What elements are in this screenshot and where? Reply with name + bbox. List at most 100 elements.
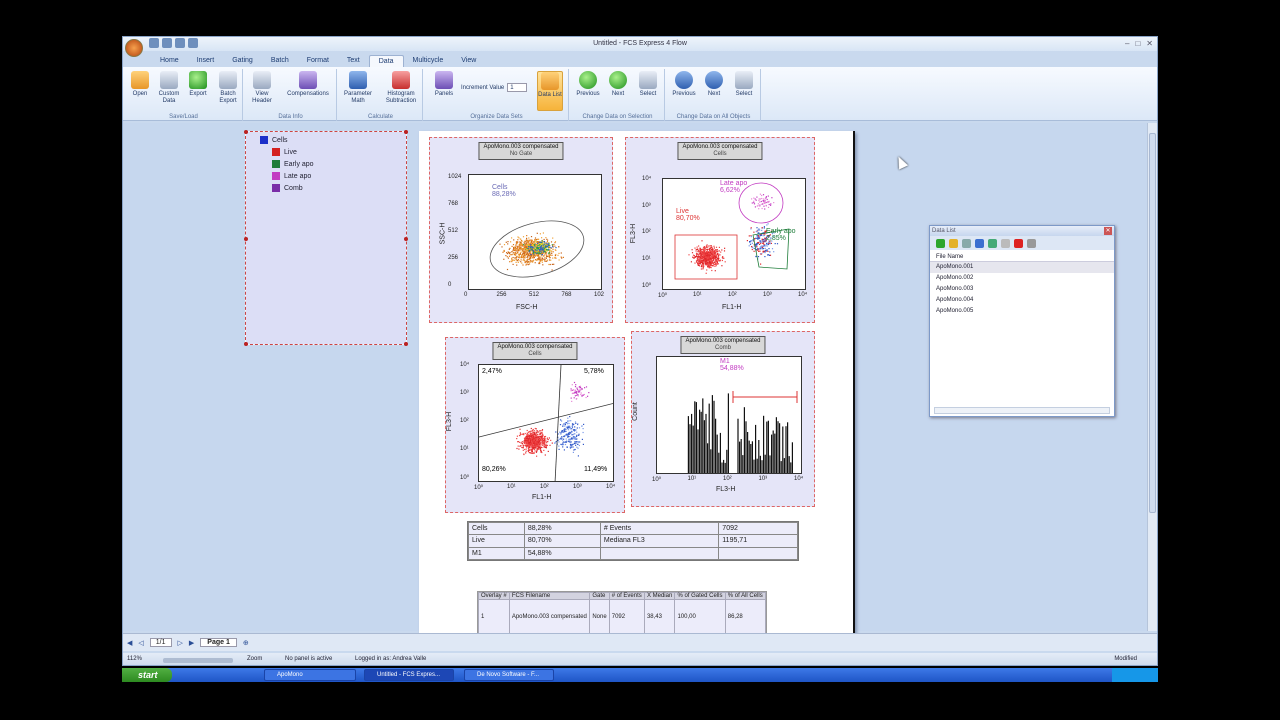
data-list-window[interactable]: Data List ✕ File Name ApoMono.001 ApoMono.… — [929, 225, 1115, 417]
compensations-button[interactable]: Compensations — [283, 71, 333, 98]
taskbar-item-fcs-express[interactable]: Untitled - FCS Expres... — [364, 669, 454, 681]
application-menu-button[interactable] — [125, 39, 143, 57]
add-page-icon[interactable]: ⊕ — [243, 639, 249, 647]
folder-icon[interactable] — [949, 238, 958, 248]
x-axis-label: FL1-H — [722, 304, 742, 311]
resize-handle[interactable] — [244, 342, 248, 346]
custom-data-button[interactable]: Custom Data — [154, 71, 184, 105]
delete-icon[interactable] — [1014, 238, 1023, 248]
taskbar-item-apomono[interactable]: ApoMono — [264, 669, 356, 681]
tab-format[interactable]: Format — [298, 55, 338, 67]
first-page-icon[interactable]: ◀ — [127, 639, 132, 647]
resize-handle[interactable] — [244, 130, 248, 134]
scrollbar-thumb[interactable] — [1149, 133, 1156, 513]
list-item[interactable]: ApoMono.003 — [930, 284, 1114, 295]
y-tick-label: 10⁰ — [642, 283, 652, 289]
export-button[interactable]: Export — [183, 71, 213, 98]
gate-tree-item[interactable]: Live — [272, 148, 297, 156]
resize-handle[interactable] — [404, 130, 408, 134]
open-button[interactable]: Open — [125, 71, 155, 98]
print-icon[interactable] — [188, 38, 198, 48]
list-item[interactable]: ApoMono.002 — [930, 273, 1114, 284]
arrow-left-icon — [579, 71, 597, 89]
next-selection-button[interactable]: Next — [603, 71, 633, 98]
close-button[interactable]: ✕ — [1146, 37, 1153, 51]
histogram-subtraction-button[interactable]: Histogram Subtraction — [381, 71, 421, 105]
list-item[interactable]: ApoMono.004 — [930, 295, 1114, 306]
x-tick-label: 10² — [723, 476, 732, 482]
vertical-scrollbar[interactable] — [1147, 123, 1157, 631]
zoom-label[interactable]: Zoom — [247, 656, 262, 662]
panels-button[interactable]: Panels — [429, 71, 459, 98]
tab-insert[interactable]: Insert — [188, 55, 224, 67]
gate-tree-panel[interactable]: Cells Live Early apo Late apo Comb — [244, 130, 408, 346]
quadrant-line-horizontal[interactable] — [479, 403, 614, 438]
gate-tree-item[interactable]: Late apo — [272, 172, 311, 180]
plot-fl1-fl3-gates[interactable]: ApoMono.003 compensated Cells Late apo 6,6… — [625, 137, 815, 323]
gate-tree-root[interactable]: Cells — [260, 136, 288, 144]
histogram — [687, 391, 798, 473]
search-icon[interactable] — [1001, 238, 1010, 248]
undo-icon[interactable] — [162, 38, 172, 48]
plot-area[interactable] — [468, 174, 602, 290]
page-tab-1[interactable]: Page 1 — [200, 638, 237, 647]
data-list-button[interactable]: Data List — [537, 71, 563, 111]
previous-selection-button[interactable]: Previous — [573, 71, 603, 98]
save-icon[interactable] — [149, 38, 159, 48]
increment-value-control[interactable]: Increment Value 1 — [461, 83, 528, 92]
resize-handle[interactable] — [404, 342, 408, 346]
view-header-button[interactable]: View Header — [247, 71, 277, 105]
tab-text[interactable]: Text — [338, 55, 369, 67]
settings-icon[interactable] — [1027, 238, 1036, 248]
table-header-cell: # of Events — [608, 592, 645, 600]
layout-page[interactable]: ApoMono.003 compensated No Gate Cells 88,2… — [419, 131, 855, 637]
start-button[interactable]: start — [122, 668, 172, 682]
list-item[interactable]: ApoMono.005 — [930, 306, 1114, 317]
tab-home[interactable]: Home — [151, 55, 188, 67]
tab-gating[interactable]: Gating — [223, 55, 262, 67]
maximize-button[interactable]: □ — [1135, 37, 1140, 51]
overlay-statistics-table[interactable]: Overlay # FCS Filename Gate # of Events X Me… — [477, 591, 767, 635]
add-icon[interactable] — [936, 238, 945, 248]
plot-fl1-fl3-quadrants[interactable]: ApoMono.003 compensated Cells 2,47% 5,78%… — [445, 337, 625, 513]
data-list-titlebar[interactable]: Data List ✕ — [930, 226, 1114, 236]
minimize-button[interactable]: – — [1125, 37, 1129, 51]
resize-handle[interactable] — [244, 237, 248, 241]
tab-batch[interactable]: Batch — [262, 55, 298, 67]
taskbar-item-de-novo[interactable]: De Novo Software - F... — [464, 669, 554, 681]
close-icon[interactable]: ✕ — [1104, 227, 1112, 235]
horizontal-scrollbar[interactable] — [934, 407, 1110, 414]
tab-view[interactable]: View — [452, 55, 485, 67]
select-all-button[interactable]: Select — [729, 71, 759, 98]
gate-color-swatch — [272, 148, 280, 156]
select-selection-button[interactable]: Select — [633, 71, 663, 98]
previous-all-button[interactable]: Previous — [669, 71, 699, 98]
layout-workspace[interactable]: Cells Live Early apo Late apo Comb ApoMono.… — [123, 123, 1149, 637]
tab-multicycle[interactable]: Multicycle — [404, 55, 453, 67]
move-icon[interactable] — [988, 238, 997, 248]
plot-area[interactable] — [478, 364, 614, 482]
zoom-slider[interactable] — [163, 658, 233, 663]
plot-fsc-ssc[interactable]: ApoMono.003 compensated No Gate Cells 88,2… — [429, 137, 613, 323]
list-item[interactable]: ApoMono.001 — [930, 262, 1114, 273]
resize-handle[interactable] — [404, 237, 408, 241]
parameter-math-button[interactable]: Parameter Math — [343, 71, 373, 105]
next-all-button[interactable]: Next — [699, 71, 729, 98]
quadrant-line-vertical[interactable] — [554, 365, 562, 482]
batch-export-button[interactable]: Batch Export — [213, 71, 243, 105]
gate-tree-item[interactable]: Early apo — [272, 160, 314, 168]
statistics-table[interactable]: Cells 88,28% # Events 7092 Live 80,70% Mediana… — [467, 521, 799, 561]
previous-page-icon[interactable]: ◁ — [138, 639, 143, 647]
plot-histogram[interactable]: ApoMono.003 compensated Comb M1 54,88% FL3… — [631, 331, 815, 507]
increment-value-input[interactable]: 1 — [507, 83, 528, 92]
file-name-column-header[interactable]: File Name — [930, 250, 1114, 262]
plot-area[interactable] — [656, 356, 802, 474]
info-icon[interactable] — [975, 238, 984, 248]
gate-tree-item[interactable]: Comb — [272, 184, 303, 192]
next-page-icon[interactable]: ▷ — [178, 639, 183, 647]
plot-title: ApoMono.003 compensated Cells — [492, 342, 578, 360]
redo-icon[interactable] — [175, 38, 185, 48]
tab-data[interactable]: Data — [368, 55, 404, 67]
last-page-icon[interactable]: ▶ — [189, 639, 194, 647]
refresh-icon[interactable] — [962, 238, 971, 248]
